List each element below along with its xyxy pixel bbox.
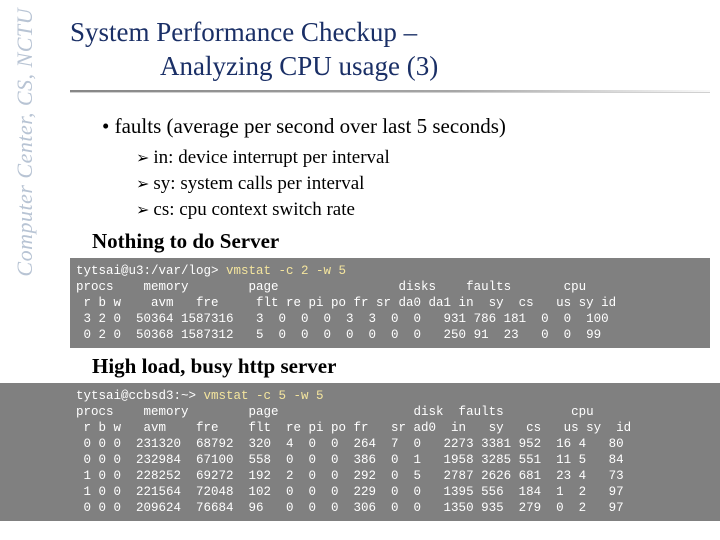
term1-command: vmstat -c 2 -w 5 [226, 264, 346, 278]
term2-output: procs memory page disk faults cpu r b w … [76, 405, 631, 515]
title-line-1: System Performance Checkup – [70, 16, 710, 50]
subbullet-cs: cs: cpu context switch rate [136, 199, 710, 221]
slide-content: System Performance Checkup – Analyzing C… [70, 16, 710, 521]
term2-command: vmstat -c 5 -w 5 [204, 389, 324, 403]
terminal-block-1: tytsai@u3:/var/log> vmstat -c 2 -w 5 pro… [70, 258, 710, 348]
bullet-list: faults (average per second over last 5 s… [70, 114, 710, 221]
bullet-faults: faults (average per second over last 5 s… [102, 114, 710, 139]
section1-heading: Nothing to do Server [92, 229, 710, 254]
term1-output: procs memory page disks faults cpu r b w… [76, 280, 616, 342]
sidebar-org-text: Computer Center, CS, NCTU [12, 8, 38, 277]
title-line-2: Analyzing CPU usage (3) [70, 50, 710, 84]
slide: Computer Center, CS, NCTU 7 System Perfo… [0, 0, 720, 540]
term1-prompt: tytsai@u3:/var/log> [76, 264, 226, 278]
title-underline [70, 90, 710, 92]
slide-title: System Performance Checkup – Analyzing C… [70, 16, 710, 84]
subbullet-sy: sy: system calls per interval [136, 173, 710, 195]
term2-prompt: tytsai@ccbsd3:~> [76, 389, 204, 403]
section2-heading: High load, busy http server [92, 354, 710, 379]
terminal-block-2: tytsai@ccbsd3:~> vmstat -c 5 -w 5 procs … [0, 383, 720, 521]
subbullet-in: in: device interrupt per interval [136, 147, 710, 169]
